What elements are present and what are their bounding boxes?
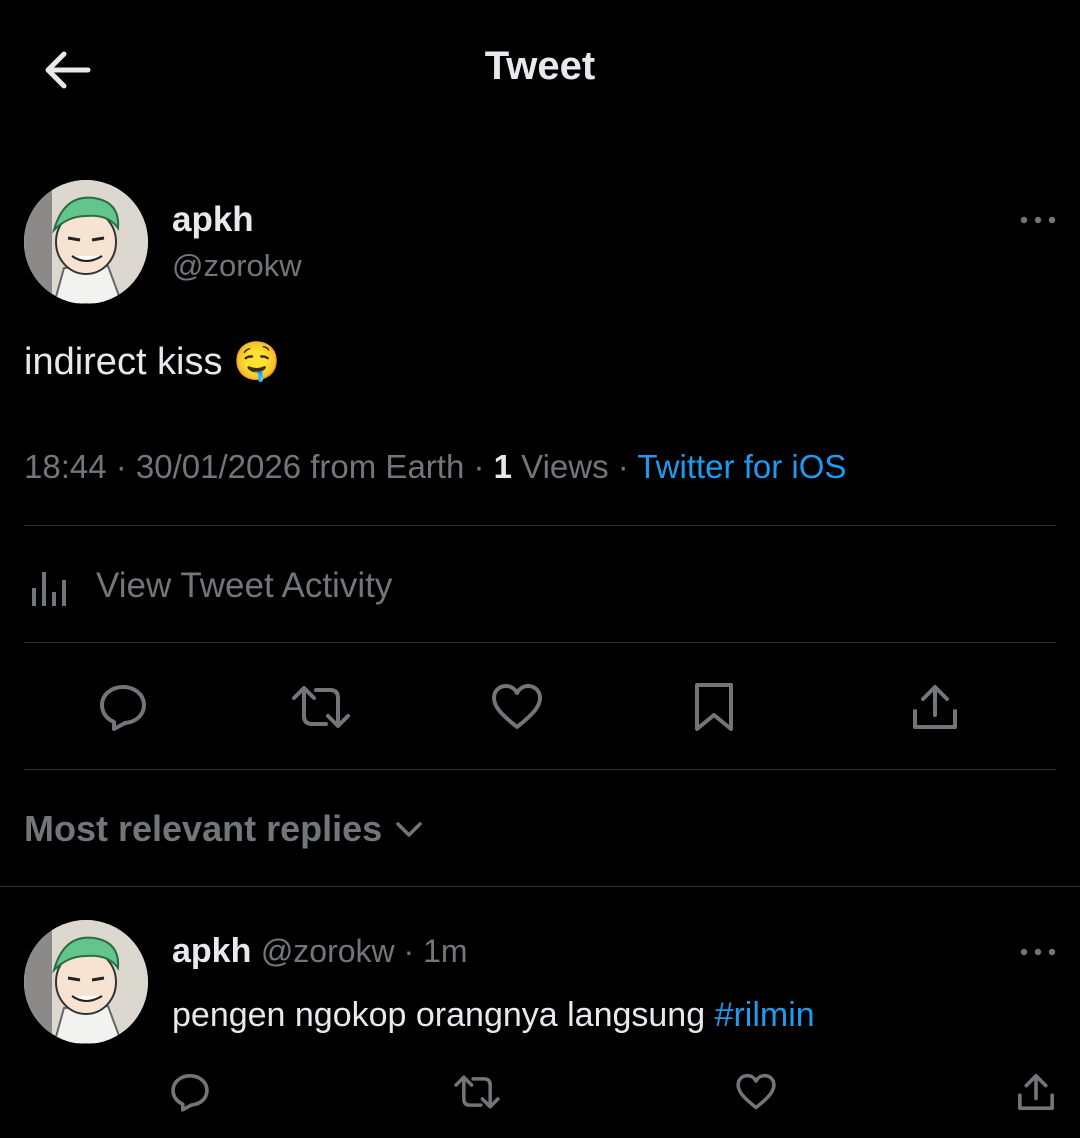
reply-author-name[interactable]: apkh [172,932,251,970]
reply-reply-button[interactable] [168,1070,212,1114]
divider [24,525,1056,526]
meta-separator: · [608,448,638,485]
retweet-button[interactable] [289,680,353,734]
chevron-down-icon [396,822,422,837]
replies-sort-label: Most relevant replies [24,808,383,849]
meta-separator: · [106,448,136,485]
reply-icon [100,685,146,731]
retweet-icon [292,686,350,728]
avatar-image [24,180,148,304]
reply-avatar[interactable] [24,920,148,1044]
analytics-icon [32,572,66,606]
bookmark-icon [695,683,733,731]
reply-separator: · [394,933,424,969]
like-button[interactable] [488,680,546,734]
bookmark-button[interactable] [688,680,740,734]
tweet-source[interactable]: Twitter for iOS [637,448,846,485]
tweet-location: from Earth [301,448,465,485]
avatar-image [24,920,148,1044]
replies-sort-button[interactable]: Most relevant replies [24,808,426,850]
like-icon [736,1073,776,1110]
author-handle[interactable]: @zorokw [172,248,302,284]
activity-label: View Tweet Activity [96,566,393,605]
share-button[interactable] [906,680,964,734]
reply-header: apkh @zorokw · 1m [172,932,468,971]
view-tweet-activity[interactable]: View Tweet Activity [24,560,392,612]
tweet-date[interactable]: 30/01/2026 [136,448,301,485]
share-icon [913,685,957,729]
reply-time[interactable]: 1m [423,933,467,969]
hashtag-link[interactable]: #rilmin [715,996,815,1034]
reply-more-button[interactable] [1018,938,1058,966]
reply-body: pengen ngokop orangnya langsung [172,996,715,1034]
reply-text: pengen ngokop orangnya langsung #rilmin [172,996,815,1035]
drooling-face-emoji: 🤤 [233,341,281,383]
reply-retweet-button[interactable] [452,1070,502,1114]
retweet-icon [454,1075,500,1109]
share-icon [1018,1074,1054,1110]
tweet-time[interactable]: 18:44 [24,448,107,485]
author-name[interactable]: apkh [172,200,254,240]
meta-separator: · [464,448,494,485]
views-count: 1 [493,448,512,485]
divider [0,886,1080,887]
reply-icon [171,1074,209,1112]
reply-like-button[interactable] [734,1070,778,1114]
page-title: Tweet [484,44,596,88]
avatar[interactable] [24,180,148,304]
tweet-text: indirect kiss 🤤 [24,340,280,384]
reply-button[interactable] [94,680,152,734]
tweet-body: indirect kiss [24,341,223,383]
tweet-meta: 18:44 · 30/01/2026 from Earth · 1 Views … [24,448,846,486]
reply-author-handle[interactable]: @zorokw [261,933,395,969]
more-icon [1020,216,1056,224]
more-icon [1020,948,1056,956]
more-button[interactable] [1018,206,1058,234]
reply-share-button[interactable] [1014,1070,1058,1114]
divider [24,642,1056,643]
views-label: Views [512,448,609,485]
divider [24,769,1056,770]
like-icon [492,684,542,729]
